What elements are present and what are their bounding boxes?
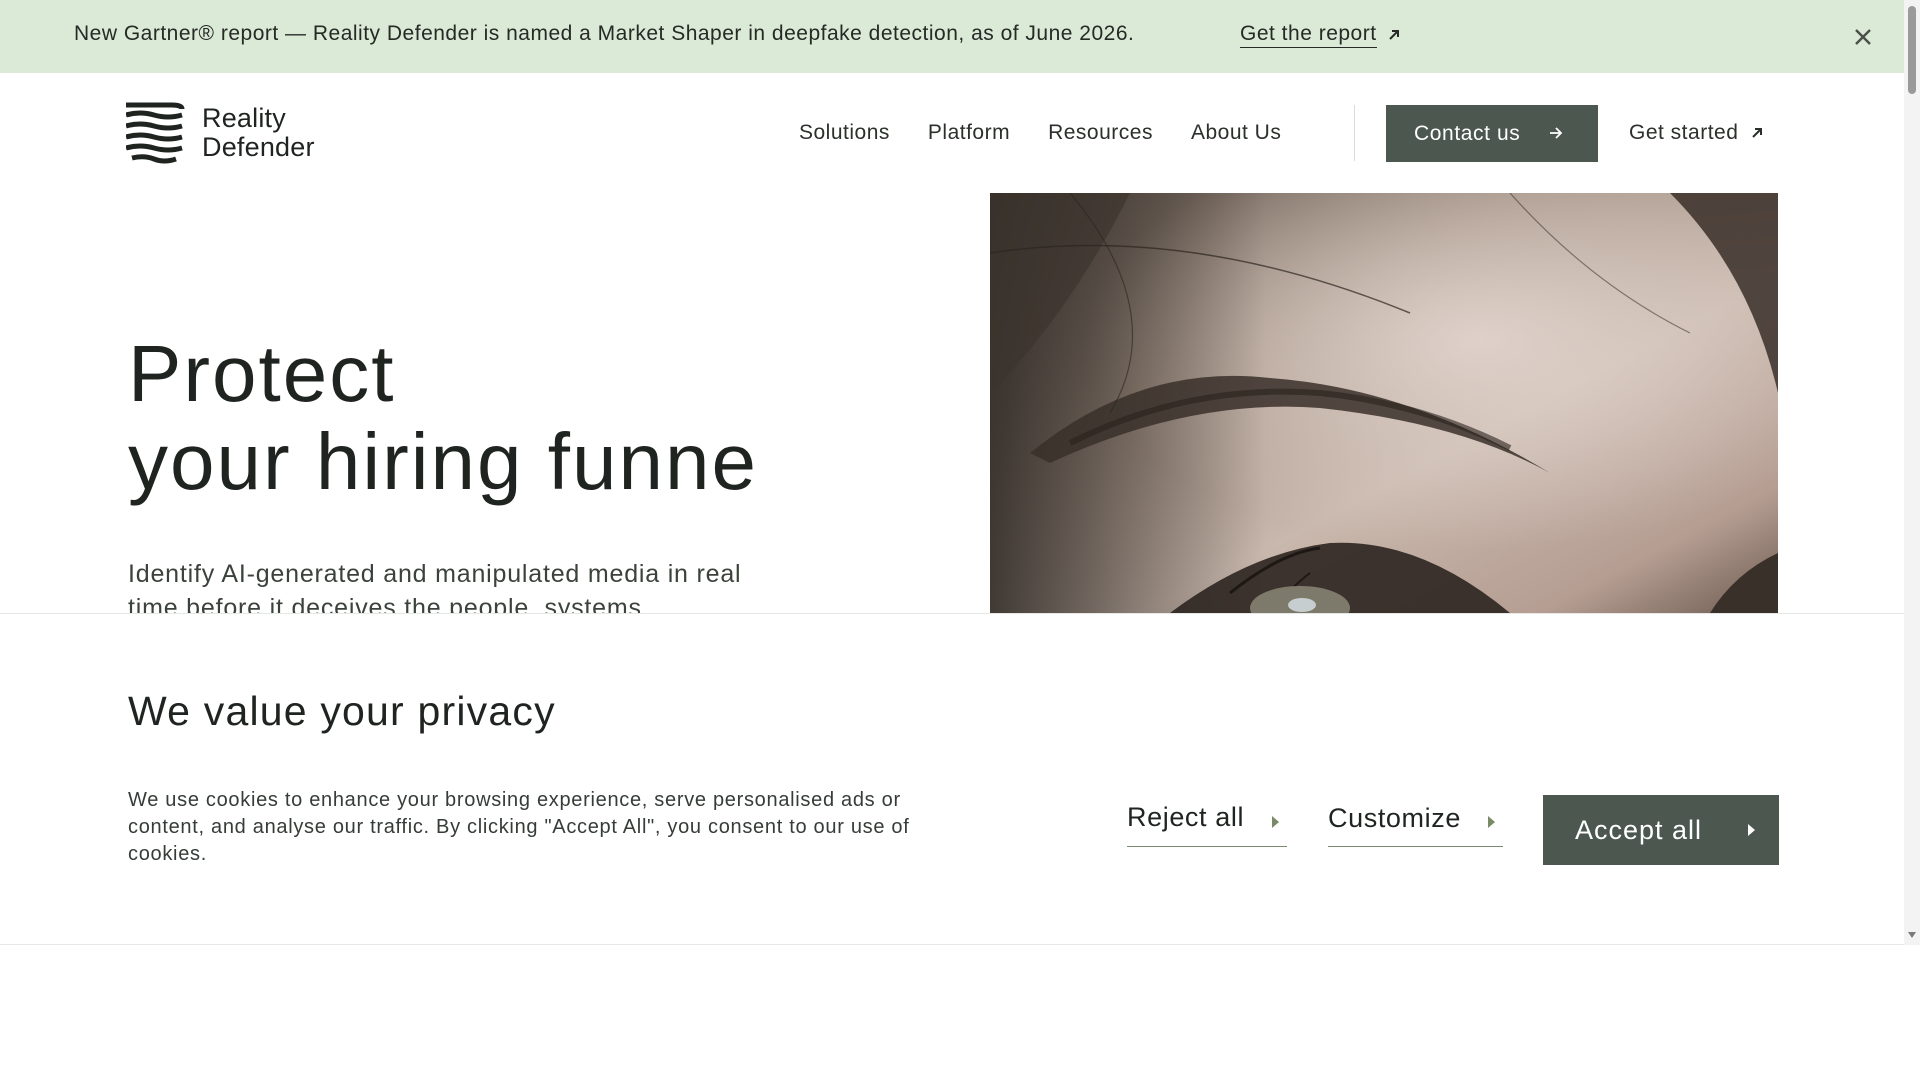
arrow-right-icon — [1550, 127, 1563, 139]
logo-mark-icon — [126, 102, 185, 164]
nav-divider — [1354, 105, 1355, 161]
contact-us-label: Contact us — [1414, 121, 1521, 145]
logo-word-defender: Defender — [202, 132, 315, 162]
main-nav: Solutions Platform Resources About Us — [799, 121, 1319, 145]
caret-right-icon — [1272, 816, 1279, 828]
close-icon[interactable] — [1850, 24, 1876, 50]
cookie-consent-banner: We value your privacy We use cookies to … — [0, 613, 1904, 945]
customize-label: Customize — [1328, 803, 1461, 833]
get-started-link[interactable]: Get started — [1629, 121, 1764, 145]
reject-all-button[interactable]: Reject all — [1127, 791, 1287, 847]
reject-all-label: Reject all — [1127, 802, 1245, 832]
nav-item-resources[interactable]: Resources — [1048, 121, 1153, 145]
scroll-down-arrow-icon[interactable] — [1908, 932, 1916, 938]
announcement-text: New Gartner® report — Reality Defender i… — [74, 22, 1135, 45]
nav-item-about-us[interactable]: About Us — [1191, 121, 1281, 145]
nav-item-platform[interactable]: Platform — [928, 121, 1010, 145]
accept-all-label: Accept all — [1575, 814, 1703, 845]
caret-right-icon — [1488, 816, 1495, 828]
hero-image — [990, 193, 1778, 613]
nav-item-solutions[interactable]: Solutions — [799, 121, 890, 145]
blank-area — [0, 945, 1920, 1080]
site-header: Reality Defender Solutions Platform Reso… — [0, 73, 1904, 193]
cookie-title: We value your privacy — [128, 688, 556, 734]
get-started-label: Get started — [1629, 121, 1739, 144]
get-report-label: Get the report — [1240, 22, 1377, 48]
hero-title: Protect your hiring funne — [128, 330, 768, 506]
scrollbar-thumb[interactable] — [1908, 6, 1916, 94]
page-viewport: New Gartner® report — Reality Defender i… — [0, 0, 1904, 945]
accept-all-button[interactable]: Accept all — [1543, 795, 1779, 865]
get-report-link[interactable]: Get the report — [1240, 22, 1401, 48]
logo-word-reality: Reality — [202, 103, 286, 133]
logo[interactable]: Reality Defender — [126, 101, 315, 165]
caret-right-icon — [1748, 824, 1755, 836]
arrow-up-right-icon — [1388, 30, 1399, 40]
hero-subtitle: Identify AI-generated and manipulated me… — [128, 560, 742, 613]
announcement-bar: New Gartner® report — Reality Defender i… — [0, 0, 1904, 73]
eye-closeup-image — [990, 193, 1778, 613]
hero-title-line-1: Protect — [128, 330, 396, 418]
customize-button[interactable]: Customize — [1328, 791, 1503, 847]
hero-title-line-2: your hiring funne — [128, 417, 758, 506]
cookie-body: We use cookies to enhance your browsing … — [128, 789, 910, 865]
contact-us-button[interactable]: Contact us — [1386, 105, 1598, 162]
vertical-scrollbar[interactable] — [1904, 0, 1920, 945]
logo-wordmark: Reality Defender — [202, 104, 315, 162]
arrow-up-right-icon — [1752, 128, 1763, 138]
